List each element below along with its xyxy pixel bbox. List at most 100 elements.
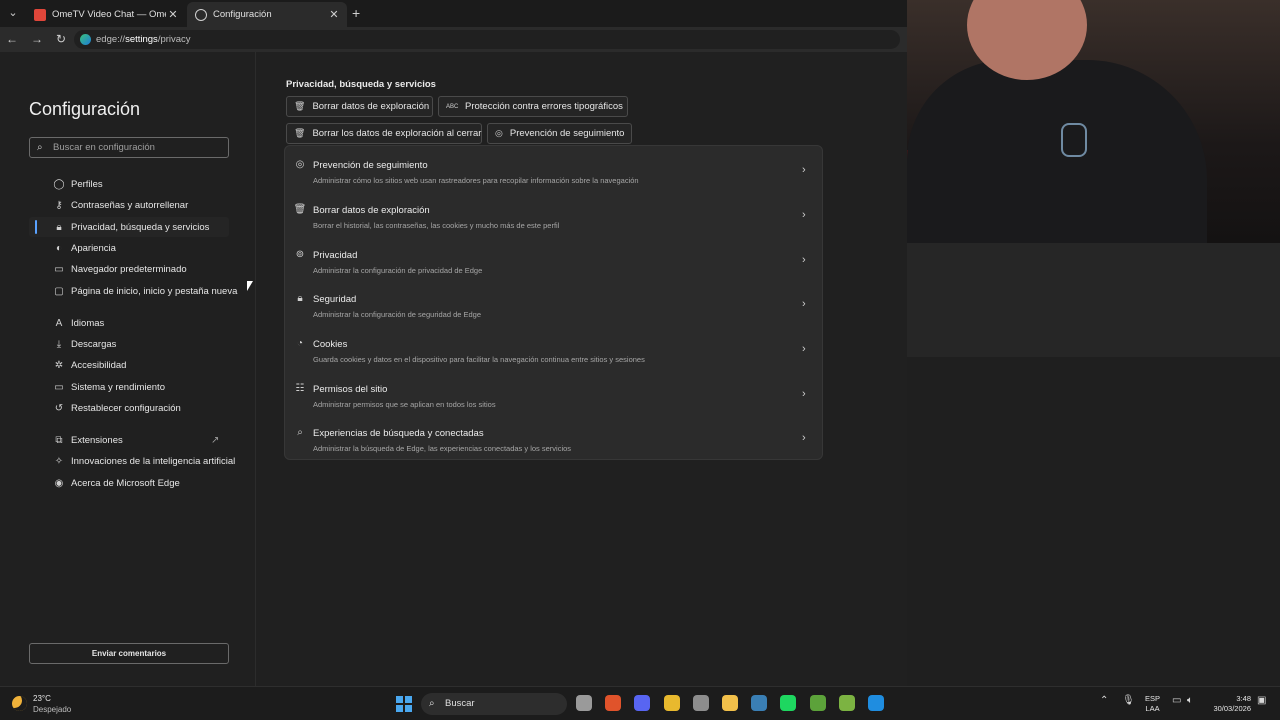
sidebar-item-perfiles[interactable]: ◯ Perfiles: [29, 174, 249, 194]
sidebar-item-appearance[interactable]: ◐ Apariencia: [29, 238, 249, 258]
quick-link-label: Prevención de seguimiento: [509, 128, 625, 139]
overlay-panel: [907, 243, 1280, 357]
row-tracking-prevention[interactable]: ◎ Prevención de seguimiento Administrar …: [285, 148, 822, 192]
sidebar-item-languages[interactable]: A Idiomas: [29, 313, 249, 333]
tab-configuracion[interactable]: Configuración ✕: [187, 2, 347, 27]
sidebar-item-label: Privacidad, búsqueda y servicios: [71, 221, 210, 233]
row-title: Seguridad: [313, 294, 357, 305]
back-arrow-icon[interactable]: ←: [3, 30, 21, 48]
tab-ometv[interactable]: OmeTV Video Chat — Omegle Ra ✕: [26, 2, 186, 27]
search-icon: ⌕: [37, 142, 43, 153]
discord-icon[interactable]: [634, 695, 650, 711]
quick-link-typo-protection[interactable]: ABC Protección contra errores tipográfico…: [438, 96, 628, 117]
edge-icon: ◉: [54, 477, 64, 489]
file-explorer-icon[interactable]: [576, 695, 592, 711]
tab-title: Configuración: [213, 9, 272, 20]
lang-bottom: LAA: [1145, 704, 1160, 713]
close-tab-icon[interactable]: ✕: [327, 8, 341, 21]
tab-title: OmeTV Video Chat — Omegle Ra: [52, 9, 166, 20]
edge-icon[interactable]: [868, 695, 884, 711]
input-language[interactable]: ESP LAA: [1145, 694, 1160, 714]
windows-start-icon[interactable]: [396, 696, 412, 712]
spotify-icon[interactable]: [780, 695, 796, 711]
minecraft-launcher-icon[interactable]: [839, 695, 855, 711]
privacy-settings-card: ◎ Prevención de seguimiento Administrar …: [284, 145, 823, 460]
brave-icon[interactable]: [605, 695, 621, 711]
forward-arrow-icon[interactable]: →: [28, 30, 46, 48]
palette-icon: ◐: [55, 242, 63, 254]
sidebar-item-label: Acerca de Microsoft Edge: [71, 477, 180, 489]
sidebar-item-accessibility[interactable]: ✲ Accesibilidad: [29, 355, 249, 375]
sidebar-item-label: Navegador predeterminado: [71, 263, 187, 275]
key-icon: ⚷: [55, 199, 63, 211]
quick-link-clear-on-close[interactable]: 🗑︎ Borrar los datos de exploración al cer…: [286, 123, 482, 144]
quick-link-tracking[interactable]: ◎ Prevención de seguimiento: [487, 123, 632, 144]
trash-clock-icon: 🗑︎: [294, 128, 306, 138]
obs-icon[interactable]: [693, 695, 709, 711]
url-host: settings: [125, 34, 158, 45]
sidebar-item-system[interactable]: ▭ Sistema y rendimiento: [29, 377, 249, 397]
extensions-icon: ⧉: [55, 434, 63, 446]
sidebar-item-start-page[interactable]: ▢ Página de inicio, inicio y pestaña nuev…: [29, 281, 249, 301]
network-icon[interactable]: ▭: [1172, 695, 1181, 706]
refresh-icon[interactable]: ↻: [52, 30, 70, 48]
folder-icon[interactable]: [722, 695, 738, 711]
url-scheme: edge://: [96, 34, 126, 45]
microphone-icon[interactable]: 🎙︎: [1122, 695, 1135, 706]
sidebar-item-label: Innovaciones de la inteligencia artifici…: [71, 455, 236, 467]
notifications-icon[interactable]: ▣: [1257, 695, 1266, 706]
tab-bar: ⌄ OmeTV Video Chat — Omegle Ra ✕ Configu…: [0, 0, 907, 27]
sidebar-item-about[interactable]: ◉ Acerca de Microsoft Edge: [29, 473, 249, 493]
settings-search-input[interactable]: ⌕ Buscar en configuración: [29, 137, 229, 158]
tab-actions-chevron-icon[interactable]: ⌄: [4, 4, 22, 22]
volume-icon[interactable]: 🔈︎: [1187, 695, 1193, 706]
row-title: Prevención de seguimiento: [313, 160, 428, 171]
chevron-right-icon: ›: [802, 164, 806, 176]
new-tab-plus-icon[interactable]: +: [352, 5, 360, 21]
tracking-icon: ◎: [295, 159, 305, 170]
weather-temperature[interactable]: 23°C: [33, 694, 51, 703]
sidebar-item-label: Restablecer configuración: [71, 402, 181, 414]
external-link-icon: ↗: [211, 434, 220, 446]
webcam-overlay: [907, 0, 1280, 243]
security-icon: 🔒︎: [297, 293, 303, 304]
weather-moon-icon[interactable]: [12, 696, 27, 711]
tracking-icon: ◎: [495, 128, 503, 138]
sidebar-item-ai[interactable]: ✧ Innovaciones de la inteligencia artific…: [29, 451, 249, 471]
taskbar: 23°C Despejado ⌕ Buscar ⌃ 🎙︎ ESP LAA ▭ 🔈…: [0, 686, 1280, 720]
row-site-permissions[interactable]: ☷ Permisos del sitio Administrar permiso…: [285, 372, 822, 416]
steam-icon[interactable]: [751, 695, 767, 711]
sidebar-item-extensions[interactable]: ⧉ Extensiones ↗: [29, 430, 249, 450]
row-privacy[interactable]: ⊚ Privacidad Administrar la configuració…: [285, 238, 822, 282]
row-security[interactable]: 🔒︎ Seguridad Administrar la configuració…: [285, 282, 822, 326]
sidebar-item-default-browser[interactable]: ▭ Navegador predeterminado: [29, 259, 249, 279]
row-cookies[interactable]: ◔ Cookies Guarda cookies y datos en el d…: [285, 327, 822, 371]
ai-icon: ✧: [54, 455, 64, 467]
row-search-experiences[interactable]: ⌕ Experiencias de búsqueda y conectadas …: [285, 416, 822, 460]
sidebar-item-privacy[interactable]: 🔒︎ Privacidad, búsqueda y servicios: [29, 217, 229, 237]
search-placeholder: Buscar en configuración: [53, 142, 155, 153]
sidebar-item-label: Extensiones: [71, 434, 123, 446]
quick-link-label: Borrar datos de exploración: [312, 101, 430, 112]
sidebar-item-reset[interactable]: ↺ Restablecer configuración: [29, 398, 249, 418]
sidebar-item-passwords[interactable]: ⚷ Contraseñas y autorrellenar: [29, 195, 249, 215]
system-icon: ▭: [54, 381, 64, 393]
privacy-icon: ⊚: [295, 249, 305, 260]
page-title: Configuración: [29, 99, 141, 119]
row-subtitle: Administrar permisos que se aplican en t…: [313, 400, 496, 409]
chrome-icon[interactable]: [664, 695, 680, 711]
close-tab-icon[interactable]: ✕: [166, 8, 180, 21]
send-feedback-button[interactable]: Enviar comentarios: [29, 643, 229, 664]
row-subtitle: Administrar la configuración de privacid…: [313, 266, 483, 275]
taskbar-search-input[interactable]: ⌕ Buscar: [421, 693, 567, 715]
settings-favicon-icon: [195, 8, 207, 21]
weather-description[interactable]: Despejado: [33, 705, 71, 714]
url-input[interactable]: edge://settings/privacy: [74, 30, 900, 49]
sidebar-item-downloads[interactable]: ⤓ Descargas: [29, 334, 249, 354]
system-clock[interactable]: 3:48 30/03/2026: [1207, 694, 1251, 714]
row-clear-browsing-data[interactable]: 🗑︎ Borrar datos de exploración Borrar el…: [285, 193, 822, 237]
sidebar-item-label: Página de inicio, inicio y pestaña nueva: [71, 285, 238, 297]
minecraft-icon[interactable]: [810, 695, 826, 711]
tray-chevron-up-icon[interactable]: ⌃: [1100, 695, 1108, 706]
quick-link-clear-data[interactable]: 🗑︎ Borrar datos de exploración: [286, 96, 433, 117]
